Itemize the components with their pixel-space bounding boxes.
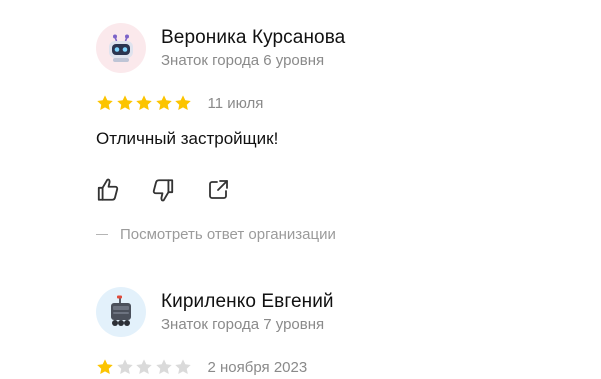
avatar[interactable] xyxy=(96,23,146,73)
star-filled-icon xyxy=(97,95,113,111)
star-empty-icon xyxy=(155,359,172,375)
star-empty-icon xyxy=(116,359,133,375)
like-button[interactable] xyxy=(94,176,122,204)
star-empty-icon xyxy=(136,359,152,375)
review-text: Отличный застройщик! xyxy=(96,129,279,148)
author-level: Знаток города 6 уровня xyxy=(161,51,325,69)
review-card: Кириленко Евгений Знаток города 7 уровня… xyxy=(96,282,576,379)
author-name[interactable]: Вероника Курсанова xyxy=(161,26,345,50)
star-filled-icon xyxy=(136,95,152,111)
delivery-robot-avatar-icon xyxy=(111,295,131,326)
star-filled-icon xyxy=(155,95,172,111)
robot-avatar-icon xyxy=(109,34,133,62)
star-filled-icon xyxy=(175,95,191,111)
dislike-button[interactable] xyxy=(149,176,177,204)
author-level: Знаток города 7 уровня xyxy=(161,315,325,333)
review-date: 11 июля xyxy=(207,94,264,112)
rating-stars xyxy=(96,94,194,112)
thumbs-down-icon xyxy=(152,179,174,202)
review-author: Кириленко Евгений Знаток города 7 уровня xyxy=(96,282,576,342)
review-card: Вероника Курсанова Знаток города 6 уровн… xyxy=(96,18,576,243)
star-empty-icon xyxy=(175,359,191,375)
view-org-answer-link[interactable]: Посмотреть ответ организации xyxy=(96,226,576,243)
star-filled-icon xyxy=(116,95,133,111)
rating-stars xyxy=(96,358,194,376)
share-button[interactable] xyxy=(204,176,232,204)
review-actions xyxy=(96,176,576,204)
author-name[interactable]: Кириленко Евгений xyxy=(161,290,334,314)
view-org-answer-label: Посмотреть ответ организации xyxy=(120,226,336,243)
avatar[interactable] xyxy=(96,287,146,337)
share-icon xyxy=(209,180,228,199)
thumbs-up-icon xyxy=(97,178,119,201)
star-filled-icon xyxy=(97,359,113,375)
review-date: 2 ноября 2023 xyxy=(207,358,308,376)
rating-row: 11 июля xyxy=(96,91,576,115)
dash-divider xyxy=(96,233,108,236)
review-author: Вероника Курсанова Знаток города 6 уровн… xyxy=(96,18,576,78)
rating-row: 2 ноября 2023 xyxy=(96,355,576,379)
